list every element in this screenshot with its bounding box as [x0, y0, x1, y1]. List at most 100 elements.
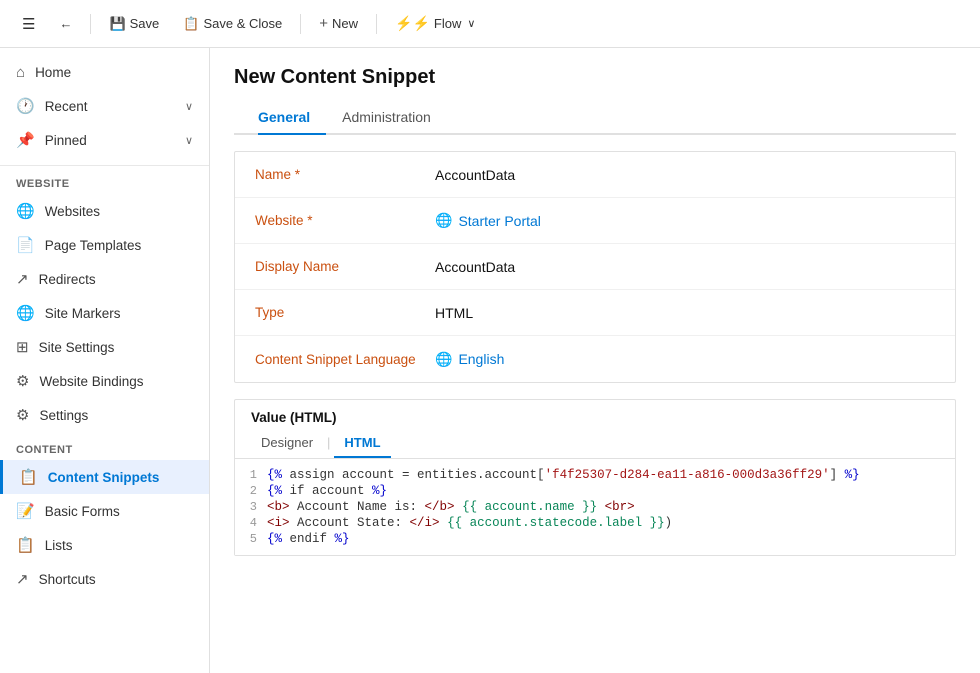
sidebar-item-label: Websites: [45, 204, 100, 219]
sidebar-item-shortcuts[interactable]: ↗ Shortcuts: [0, 562, 209, 596]
page-icon: 📄: [16, 236, 35, 254]
sidebar-item-label: Page Templates: [45, 238, 142, 253]
flow-chevron-icon: ∨: [467, 17, 475, 30]
line-num-5: 5: [235, 532, 267, 546]
sidebar-item-label: Site Settings: [39, 340, 115, 355]
divider2: [300, 14, 301, 34]
gear-icon: ⚙: [16, 406, 29, 424]
name-value: AccountData: [435, 167, 935, 183]
hamburger-button[interactable]: ☰: [12, 11, 45, 37]
save-close-label: Save & Close: [203, 16, 282, 31]
binding-icon: ⚙: [16, 372, 29, 390]
code-line-3: 3 <b> Account Name is: </b> {{ account.n…: [235, 499, 955, 515]
website-link[interactable]: 🌐 Starter Portal: [435, 212, 935, 229]
line-num-3: 3: [235, 500, 267, 514]
line-content-1: {% assign account = entities.account['f4…: [267, 468, 955, 482]
form-row-display-name: Display Name AccountData: [235, 244, 955, 290]
sidebar-item-website-bindings[interactable]: ⚙ Website Bindings: [0, 364, 209, 398]
main-layout: ⌂ Home 🕐 Recent ∨ 📌 Pinned ∨ Website 🌐 W…: [0, 48, 980, 673]
line-num-1: 1: [235, 468, 267, 482]
required-asterisk: *: [307, 213, 312, 228]
type-label: Type: [255, 305, 435, 320]
value-tab-html[interactable]: HTML: [334, 429, 390, 458]
sidebar-item-label: Basic Forms: [45, 504, 120, 519]
globe-icon: 🌐: [435, 351, 452, 368]
sidebar-item-home[interactable]: ⌂ Home: [0, 56, 209, 89]
tab-general[interactable]: General: [258, 101, 326, 135]
website-section-label: Website: [0, 166, 209, 194]
line-content-4: <i> Account State: </i> {{ account.state…: [267, 516, 955, 530]
sidebar-item-site-settings[interactable]: ⊞ Site Settings: [0, 330, 209, 364]
sidebar-item-label: Settings: [39, 408, 88, 423]
page-header: New Content Snippet General Administrati…: [210, 48, 980, 135]
hamburger-icon: ☰: [22, 15, 35, 33]
code-line-2: 2 {% if account %}: [235, 483, 955, 499]
sidebar-item-redirects[interactable]: ↗ Redirects: [0, 262, 209, 296]
form-row-name: Name * AccountData: [235, 152, 955, 198]
divider: [90, 14, 91, 34]
sidebar-item-label: Home: [35, 65, 71, 80]
form-section: Name * AccountData Website * 🌐 Starter P…: [234, 151, 956, 383]
code-line-1: 1 {% assign account = entities.account['…: [235, 467, 955, 483]
value-section: Value (HTML) Designer | HTML 1 {% assign…: [234, 399, 956, 556]
language-label: Content Snippet Language: [255, 352, 435, 367]
snippet-icon: 📋: [19, 468, 38, 486]
new-label: New: [332, 16, 358, 31]
display-name-label: Display Name: [255, 259, 435, 274]
back-icon: ←: [59, 16, 72, 31]
website-label: Website *: [255, 213, 435, 228]
globe-icon: 🌐: [16, 202, 35, 220]
save-button[interactable]: 💾 Save: [99, 12, 169, 36]
content-section-label: Content: [0, 432, 209, 460]
page-title: New Content Snippet: [234, 66, 956, 89]
chevron-down-icon: ∨: [185, 100, 193, 113]
sidebar: ⌂ Home 🕐 Recent ∨ 📌 Pinned ∨ Website 🌐 W…: [0, 48, 210, 673]
code-editor[interactable]: 1 {% assign account = entities.account['…: [235, 459, 955, 555]
content-area: New Content Snippet General Administrati…: [210, 48, 980, 673]
tab-divider: |: [323, 429, 334, 458]
home-icon: ⌂: [16, 64, 25, 81]
flow-icon: ⚡⚡: [395, 15, 430, 32]
display-name-value: AccountData: [435, 259, 935, 275]
save-close-button[interactable]: 📋 Save & Close: [173, 12, 292, 36]
back-button[interactable]: ←: [49, 12, 82, 35]
type-value: HTML: [435, 305, 935, 321]
new-button[interactable]: + New: [309, 11, 368, 36]
required-asterisk: *: [295, 167, 300, 182]
pin-icon: 📌: [16, 131, 35, 149]
redirect-icon: ↗: [16, 270, 29, 288]
sidebar-item-label: Website Bindings: [39, 374, 143, 389]
globe-icon: 🌐: [435, 212, 452, 229]
sidebar-item-settings[interactable]: ⚙ Settings: [0, 398, 209, 432]
value-tab-designer[interactable]: Designer: [251, 429, 323, 458]
tab-administration[interactable]: Administration: [342, 101, 447, 135]
sidebar-item-label: Pinned: [45, 133, 87, 148]
name-label: Name *: [255, 167, 435, 182]
language-link[interactable]: 🌐 English: [435, 351, 935, 368]
code-line-4: 4 <i> Account State: </i> {{ account.sta…: [235, 515, 955, 531]
sidebar-item-site-markers[interactable]: 🌐 Site Markers: [0, 296, 209, 330]
value-header: Value (HTML): [235, 400, 955, 425]
tabs: General Administration: [234, 101, 956, 135]
sidebar-item-websites[interactable]: 🌐 Websites: [0, 194, 209, 228]
clock-icon: 🕐: [16, 97, 35, 115]
sidebar-item-content-snippets[interactable]: 📋 Content Snippets: [0, 460, 209, 494]
sidebar-item-lists[interactable]: 📋 Lists: [0, 528, 209, 562]
sidebar-item-label: Recent: [45, 99, 88, 114]
settings-icon: ⊞: [16, 338, 29, 356]
save-close-icon: 📋: [183, 16, 199, 32]
sidebar-item-recent[interactable]: 🕐 Recent ∨: [0, 89, 209, 123]
save-icon: 💾: [109, 16, 125, 32]
form-row-type: Type HTML: [235, 290, 955, 336]
sidebar-top-nav: ⌂ Home 🕐 Recent ∨ 📌 Pinned ∨: [0, 48, 209, 166]
flow-label: Flow: [434, 16, 461, 31]
sidebar-item-label: Lists: [45, 538, 73, 553]
marker-icon: 🌐: [16, 304, 35, 322]
toolbar: ☰ ← 💾 Save 📋 Save & Close + New ⚡⚡ Flow …: [0, 0, 980, 48]
sidebar-item-page-templates[interactable]: 📄 Page Templates: [0, 228, 209, 262]
flow-button[interactable]: ⚡⚡ Flow ∨: [385, 11, 485, 36]
sidebar-item-basic-forms[interactable]: 📝 Basic Forms: [0, 494, 209, 528]
form-row-language: Content Snippet Language 🌐 English: [235, 336, 955, 382]
list-icon: 📋: [16, 536, 35, 554]
sidebar-item-pinned[interactable]: 📌 Pinned ∨: [0, 123, 209, 157]
